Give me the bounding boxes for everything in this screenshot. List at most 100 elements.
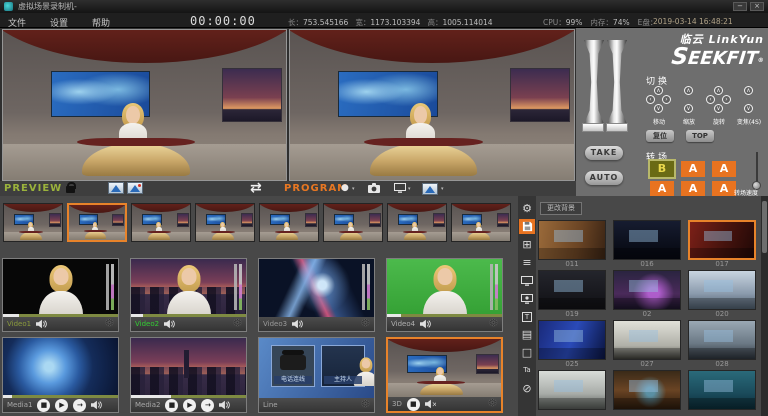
media-panel-3d[interactable]: 3D■×⚙ <box>386 337 503 413</box>
video-panel-video3[interactable]: Video3⚙ <box>258 258 375 332</box>
gallery-tab[interactable]: 更改背景 <box>540 202 582 215</box>
speaker-icon[interactable] <box>292 319 303 329</box>
lock-icon[interactable] <box>66 186 75 193</box>
scene-thumb-017[interactable] <box>688 220 756 260</box>
timecode-display: 00:00:00 <box>190 14 256 28</box>
gear-icon[interactable]: ⚙ <box>105 319 114 329</box>
top-button[interactable]: TOP <box>686 130 714 142</box>
display-out-icon[interactable] <box>394 183 406 196</box>
gear-icon[interactable]: ⚙ <box>233 319 242 329</box>
arrow-down-button[interactable]: ∨ <box>684 104 693 113</box>
arrow-right-button[interactable]: › <box>662 95 671 104</box>
scene-thumb-025[interactable] <box>538 320 606 360</box>
record-icon[interactable]: ● <box>341 183 349 193</box>
gallery-scene: 011 <box>538 220 606 269</box>
reset-button[interactable]: 复位 <box>646 130 674 142</box>
scene-thumb-020[interactable] <box>688 270 756 310</box>
transition-button-a[interactable]: A <box>712 181 736 196</box>
camera-angle-thumb[interactable] <box>259 203 319 242</box>
arrow-up-button[interactable]: ∧ <box>654 86 663 95</box>
transition-button-a[interactable]: A <box>681 181 705 196</box>
presenter-figure <box>422 265 468 317</box>
speaker-icon[interactable] <box>36 319 47 329</box>
take-button[interactable]: TAKE <box>585 146 623 160</box>
scene-thumb-016[interactable] <box>613 220 681 260</box>
video-panel-video2[interactable]: Video2⚙ <box>130 258 247 332</box>
transition-button-a[interactable]: A <box>712 161 736 177</box>
record-dropdown-icon[interactable]: ▾ <box>352 186 355 192</box>
menu-item[interactable]: 设置 <box>50 16 68 29</box>
scene-thumb-white2[interactable] <box>538 370 606 410</box>
gear-icon[interactable]: ⚙ <box>489 319 498 329</box>
arrow-down-button[interactable]: ∨ <box>744 104 753 113</box>
media-panel-media1[interactable]: Media1■▶→ <box>2 337 119 413</box>
display-dropdown-icon[interactable]: ▾ <box>408 186 411 192</box>
play-button[interactable]: ▶ <box>183 399 196 412</box>
arrow-left-button[interactable]: ‹ <box>646 95 655 104</box>
stop-button[interactable]: ■ <box>37 399 50 412</box>
play-button[interactable]: ▶ <box>55 399 68 412</box>
phone-line-thumb[interactable]: 电话连线 <box>271 345 315 387</box>
speaker-icon[interactable] <box>164 319 175 329</box>
next-button[interactable]: → <box>73 399 86 412</box>
video-panel-video1[interactable]: Video1⚙ <box>2 258 119 332</box>
transition-button-b[interactable]: B <box>650 161 674 177</box>
minimize-button[interactable]: − <box>733 2 747 11</box>
gallery-scene <box>613 370 681 416</box>
arrow-down-button[interactable]: ∨ <box>654 104 663 113</box>
snapshot-icon[interactable] <box>108 182 124 194</box>
scrollbar-thumb[interactable] <box>762 201 767 253</box>
arrow-down-button[interactable]: ∨ <box>714 104 723 113</box>
preview-label: PREVIEW <box>4 183 62 194</box>
arrow-left-button[interactable]: ‹ <box>706 95 715 104</box>
camera-angle-thumb[interactable] <box>323 203 383 242</box>
auto-button[interactable]: AUTO <box>585 171 623 185</box>
speaker-icon[interactable] <box>91 400 102 410</box>
menu-item[interactable]: 文件 <box>8 16 26 29</box>
arrow-right-button[interactable]: › <box>722 95 731 104</box>
next-button[interactable]: → <box>201 399 214 412</box>
scene-thumb-011[interactable] <box>538 220 606 260</box>
speaker-icon[interactable] <box>420 319 431 329</box>
stop-button[interactable]: ■ <box>165 399 178 412</box>
program-monitor[interactable] <box>289 29 575 181</box>
gear-icon[interactable]: ⚙ <box>488 399 497 409</box>
camera-angle-thumb[interactable] <box>67 203 127 242</box>
speaker-muted-icon[interactable]: × <box>425 399 436 409</box>
camera-icon[interactable] <box>368 183 380 196</box>
scene-thumb-02[interactable] <box>613 270 681 310</box>
media-panel-line[interactable]: 电话连线主持人Line⚙ <box>258 337 375 413</box>
camera-angle-thumb[interactable] <box>451 203 511 242</box>
video-panel-video4[interactable]: Video4⚙ <box>386 258 503 332</box>
transition-button-a[interactable]: A <box>681 161 705 177</box>
gear-icon[interactable]: ⚙ <box>361 319 370 329</box>
gear-icon[interactable]: ⚙ <box>361 400 370 410</box>
scene-thumb-stage[interactable] <box>613 370 681 410</box>
stop-button[interactable]: ■ <box>407 398 420 411</box>
image-out-icon[interactable] <box>422 183 438 195</box>
snapshot-add-icon[interactable] <box>127 182 143 194</box>
camera-angle-thumb[interactable] <box>195 203 255 242</box>
scene-thumb-028[interactable] <box>688 320 756 360</box>
camera-angle-thumb[interactable] <box>131 203 191 242</box>
transition-button-a[interactable]: A <box>650 181 674 196</box>
arrow-up-button[interactable]: ∧ <box>744 86 753 95</box>
media-panel-media2[interactable]: Media2■▶→ <box>130 337 247 413</box>
camera-angle-thumb[interactable] <box>3 203 63 242</box>
scene-thumb-019[interactable] <box>538 270 606 310</box>
virtual-studio-scene <box>132 204 190 241</box>
swap-icon[interactable]: ⇄ <box>250 180 262 196</box>
scene-thumb-teal[interactable] <box>688 370 756 410</box>
camera-angle-thumb[interactable] <box>387 203 447 242</box>
speaker-icon[interactable] <box>219 400 230 410</box>
preview-monitor[interactable] <box>2 29 287 181</box>
image-dropdown-icon[interactable]: ▾ <box>441 186 444 192</box>
arrow-up-button[interactable]: ∧ <box>714 86 723 95</box>
close-button[interactable]: × <box>750 2 764 11</box>
host-thumb[interactable]: 主持人 <box>321 345 365 387</box>
gallery-scrollbar[interactable] <box>761 196 768 416</box>
t-bar-fader[interactable] <box>584 40 630 136</box>
arrow-up-button[interactable]: ∧ <box>684 86 693 95</box>
scene-thumb-027[interactable] <box>613 320 681 360</box>
menu-item[interactable]: 帮助 <box>92 16 110 29</box>
